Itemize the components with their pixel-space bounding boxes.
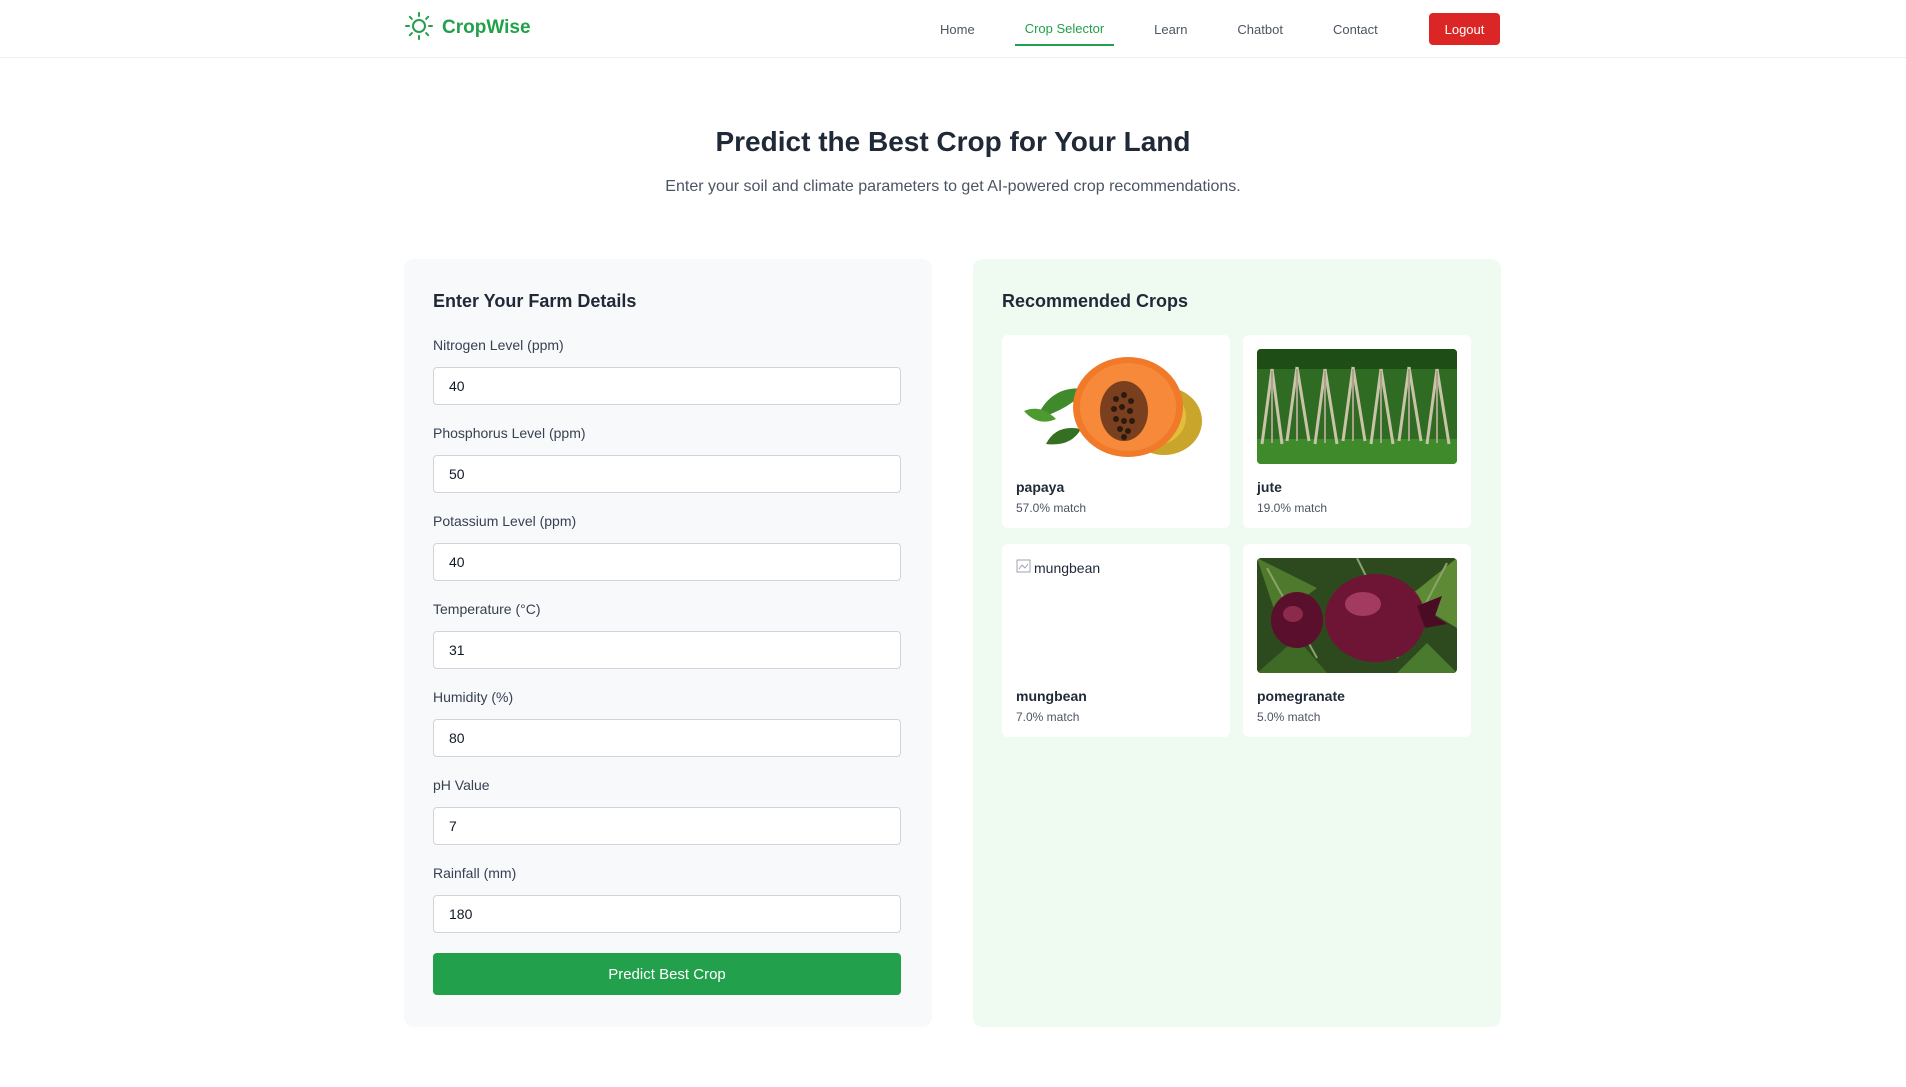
pomegranate-image bbox=[1257, 558, 1457, 673]
crop-match: 7.0% match bbox=[1016, 710, 1080, 724]
logout-button[interactable]: Logout bbox=[1429, 13, 1500, 45]
ph-field: pH Value 7 bbox=[433, 777, 901, 845]
crop-card-pomegranate[interactable]: pomegranate 5.0% match bbox=[1243, 544, 1471, 737]
rainfall-input[interactable]: 180 bbox=[433, 895, 901, 933]
potassium-input[interactable]: 40 bbox=[433, 543, 901, 581]
rainfall-label: Rainfall (mm) bbox=[433, 865, 517, 881]
humidity-input[interactable]: 80 bbox=[433, 719, 901, 757]
form-title: Enter Your Farm Details bbox=[433, 291, 637, 311]
predict-button[interactable]: Predict Best Crop bbox=[433, 953, 901, 995]
nav-link-contact[interactable]: Contact bbox=[1323, 12, 1388, 46]
image-alt-text: mungbean bbox=[1034, 559, 1101, 576]
crop-name: mungbean bbox=[1016, 688, 1087, 704]
nav-link-crop-selector[interactable]: Crop Selector bbox=[1014, 12, 1115, 46]
results-title: Recommended Crops bbox=[1002, 291, 1189, 311]
potassium-field: Potassium Level (ppm) 40 bbox=[433, 513, 901, 581]
phosphorus-label: Phosphorus Level (ppm) bbox=[433, 425, 586, 441]
page-title: Predict the Best Crop for Your Land bbox=[715, 126, 1191, 157]
crop-name: jute bbox=[1257, 479, 1282, 495]
crop-name: papaya bbox=[1016, 479, 1065, 495]
crop-name: pomegranate bbox=[1257, 688, 1345, 704]
nav-links: Home Crop Selector Learn Chatbot Contact bbox=[930, 12, 1418, 46]
sun-icon bbox=[404, 11, 434, 46]
nitrogen-input[interactable]: 40 bbox=[433, 367, 901, 405]
humidity-field: Humidity (%) 80 bbox=[433, 689, 901, 757]
nav-link-chatbot[interactable]: Chatbot bbox=[1227, 12, 1293, 46]
navbar: CropWise Home Crop Selector Learn Chatbo… bbox=[0, 0, 1906, 58]
crop-card-papaya[interactable]: papaya 57.0% match bbox=[1002, 335, 1230, 528]
temperature-field: Temperature (°C) 31 bbox=[433, 601, 901, 669]
potassium-label: Potassium Level (ppm) bbox=[433, 513, 577, 529]
crop-card-jute[interactable]: jute 19.0% match bbox=[1243, 335, 1471, 528]
nav-link-learn[interactable]: Learn bbox=[1144, 12, 1197, 46]
temperature-label: Temperature (°C) bbox=[433, 601, 541, 617]
nitrogen-label: Nitrogen Level (ppm) bbox=[433, 337, 564, 353]
phosphorus-field: Phosphorus Level (ppm) 50 bbox=[433, 425, 901, 493]
phosphorus-input[interactable]: 50 bbox=[433, 455, 901, 493]
farm-details-panel: Enter Your Farm Details Nitrogen Level (… bbox=[404, 259, 932, 1027]
jute-image bbox=[1257, 349, 1457, 464]
ph-input[interactable]: 7 bbox=[433, 807, 901, 845]
humidity-label: Humidity (%) bbox=[433, 689, 514, 705]
papaya-image bbox=[1016, 349, 1216, 464]
broken-image-alt: mungbean bbox=[1016, 558, 1100, 577]
crop-match: 19.0% match bbox=[1257, 501, 1328, 515]
crop-match: 5.0% match bbox=[1257, 710, 1321, 724]
rainfall-field: Rainfall (mm) 180 bbox=[433, 865, 901, 933]
ph-label: pH Value bbox=[433, 777, 490, 793]
mungbean-image-broken: mungbean bbox=[1016, 558, 1216, 673]
nitrogen-field: Nitrogen Level (ppm) 40 bbox=[433, 337, 901, 405]
brand-logo[interactable]: CropWise bbox=[404, 11, 531, 46]
crop-match: 57.0% match bbox=[1016, 501, 1087, 515]
nav-link-home[interactable]: Home bbox=[930, 12, 985, 46]
crop-card-mungbean[interactable]: mungbean mungbean 7.0% match bbox=[1002, 544, 1230, 737]
page-subtitle: Enter your soil and climate parameters t… bbox=[665, 178, 1241, 195]
temperature-input[interactable]: 31 bbox=[433, 631, 901, 669]
brand-name: CropWise bbox=[442, 17, 531, 38]
recommended-crops-panel: Recommended Crops papaya 57.0% match jut… bbox=[973, 259, 1501, 1027]
broken-image-icon bbox=[1016, 558, 1032, 577]
